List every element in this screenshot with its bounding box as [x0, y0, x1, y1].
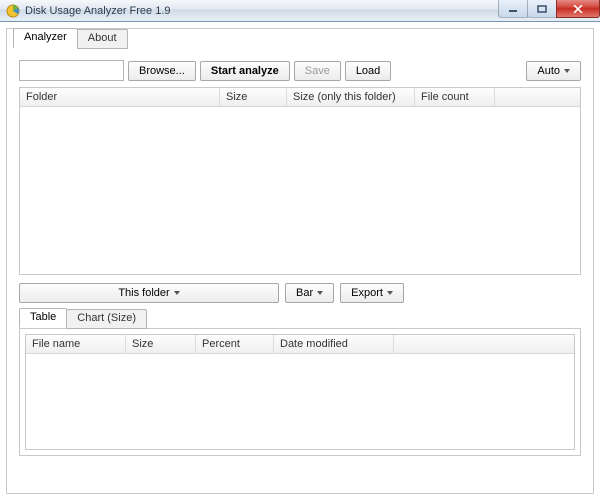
file-list[interactable]: File name Size Percent Date modified [25, 334, 575, 450]
caret-icon [387, 291, 393, 295]
tab-chart-size[interactable]: Chart (Size) [66, 309, 147, 329]
analyzer-panel: Browse... Start analyze Save Load Auto F… [13, 48, 587, 462]
maximize-button[interactable] [527, 0, 557, 18]
titlebar[interactable]: Disk Usage Analyzer Free 1.9 [0, 0, 600, 22]
start-analyze-button[interactable]: Start analyze [200, 61, 290, 81]
col-file-count[interactable]: File count [415, 88, 495, 106]
bar-label: Bar [296, 287, 313, 299]
window-title: Disk Usage Analyzer Free 1.9 [25, 5, 171, 17]
load-button[interactable]: Load [345, 61, 391, 81]
caret-icon [174, 291, 180, 295]
bottom-panel: File name Size Percent Date modified [19, 328, 581, 456]
path-input[interactable] [19, 60, 124, 81]
caret-icon [564, 69, 570, 73]
browse-button[interactable]: Browse... [128, 61, 196, 81]
save-button[interactable]: Save [294, 61, 341, 81]
minimize-button[interactable] [498, 0, 528, 18]
col-file-size[interactable]: Size [126, 335, 196, 353]
file-list-header: File name Size Percent Date modified [26, 335, 574, 354]
folder-list[interactable]: Folder Size Size (only this folder) File… [19, 87, 581, 275]
this-folder-dropdown[interactable]: This folder [19, 283, 279, 303]
export-label: Export [351, 287, 383, 299]
main-tab-strip: Analyzer About [13, 28, 587, 48]
tab-table[interactable]: Table [19, 308, 67, 328]
export-dropdown[interactable]: Export [340, 283, 404, 303]
col-size[interactable]: Size [220, 88, 287, 106]
bottom-tab-strip: Table Chart (Size) [19, 308, 581, 328]
bar-dropdown[interactable]: Bar [285, 283, 334, 303]
col-size-only[interactable]: Size (only this folder) [287, 88, 415, 106]
folder-list-header: Folder Size Size (only this folder) File… [20, 88, 580, 107]
this-folder-label: This folder [118, 287, 169, 299]
auto-label: Auto [537, 65, 560, 77]
window-controls [499, 0, 600, 18]
col-folder[interactable]: Folder [20, 88, 220, 106]
caret-icon [317, 291, 323, 295]
top-toolbar: Browse... Start analyze Save Load Auto [19, 60, 581, 81]
col-file-name[interactable]: File name [26, 335, 126, 353]
file-list-body [26, 354, 574, 449]
main-frame: Analyzer About Browse... Start analyze S… [6, 28, 594, 494]
close-button[interactable] [556, 0, 600, 18]
app-icon [6, 4, 20, 18]
col-date-modified[interactable]: Date modified [274, 335, 394, 353]
tab-analyzer[interactable]: Analyzer [13, 28, 78, 48]
folder-list-body [20, 107, 580, 274]
tab-about[interactable]: About [77, 29, 128, 49]
mid-toolbar: This folder Bar Export [19, 283, 581, 303]
auto-dropdown[interactable]: Auto [526, 61, 581, 81]
col-percent[interactable]: Percent [196, 335, 274, 353]
